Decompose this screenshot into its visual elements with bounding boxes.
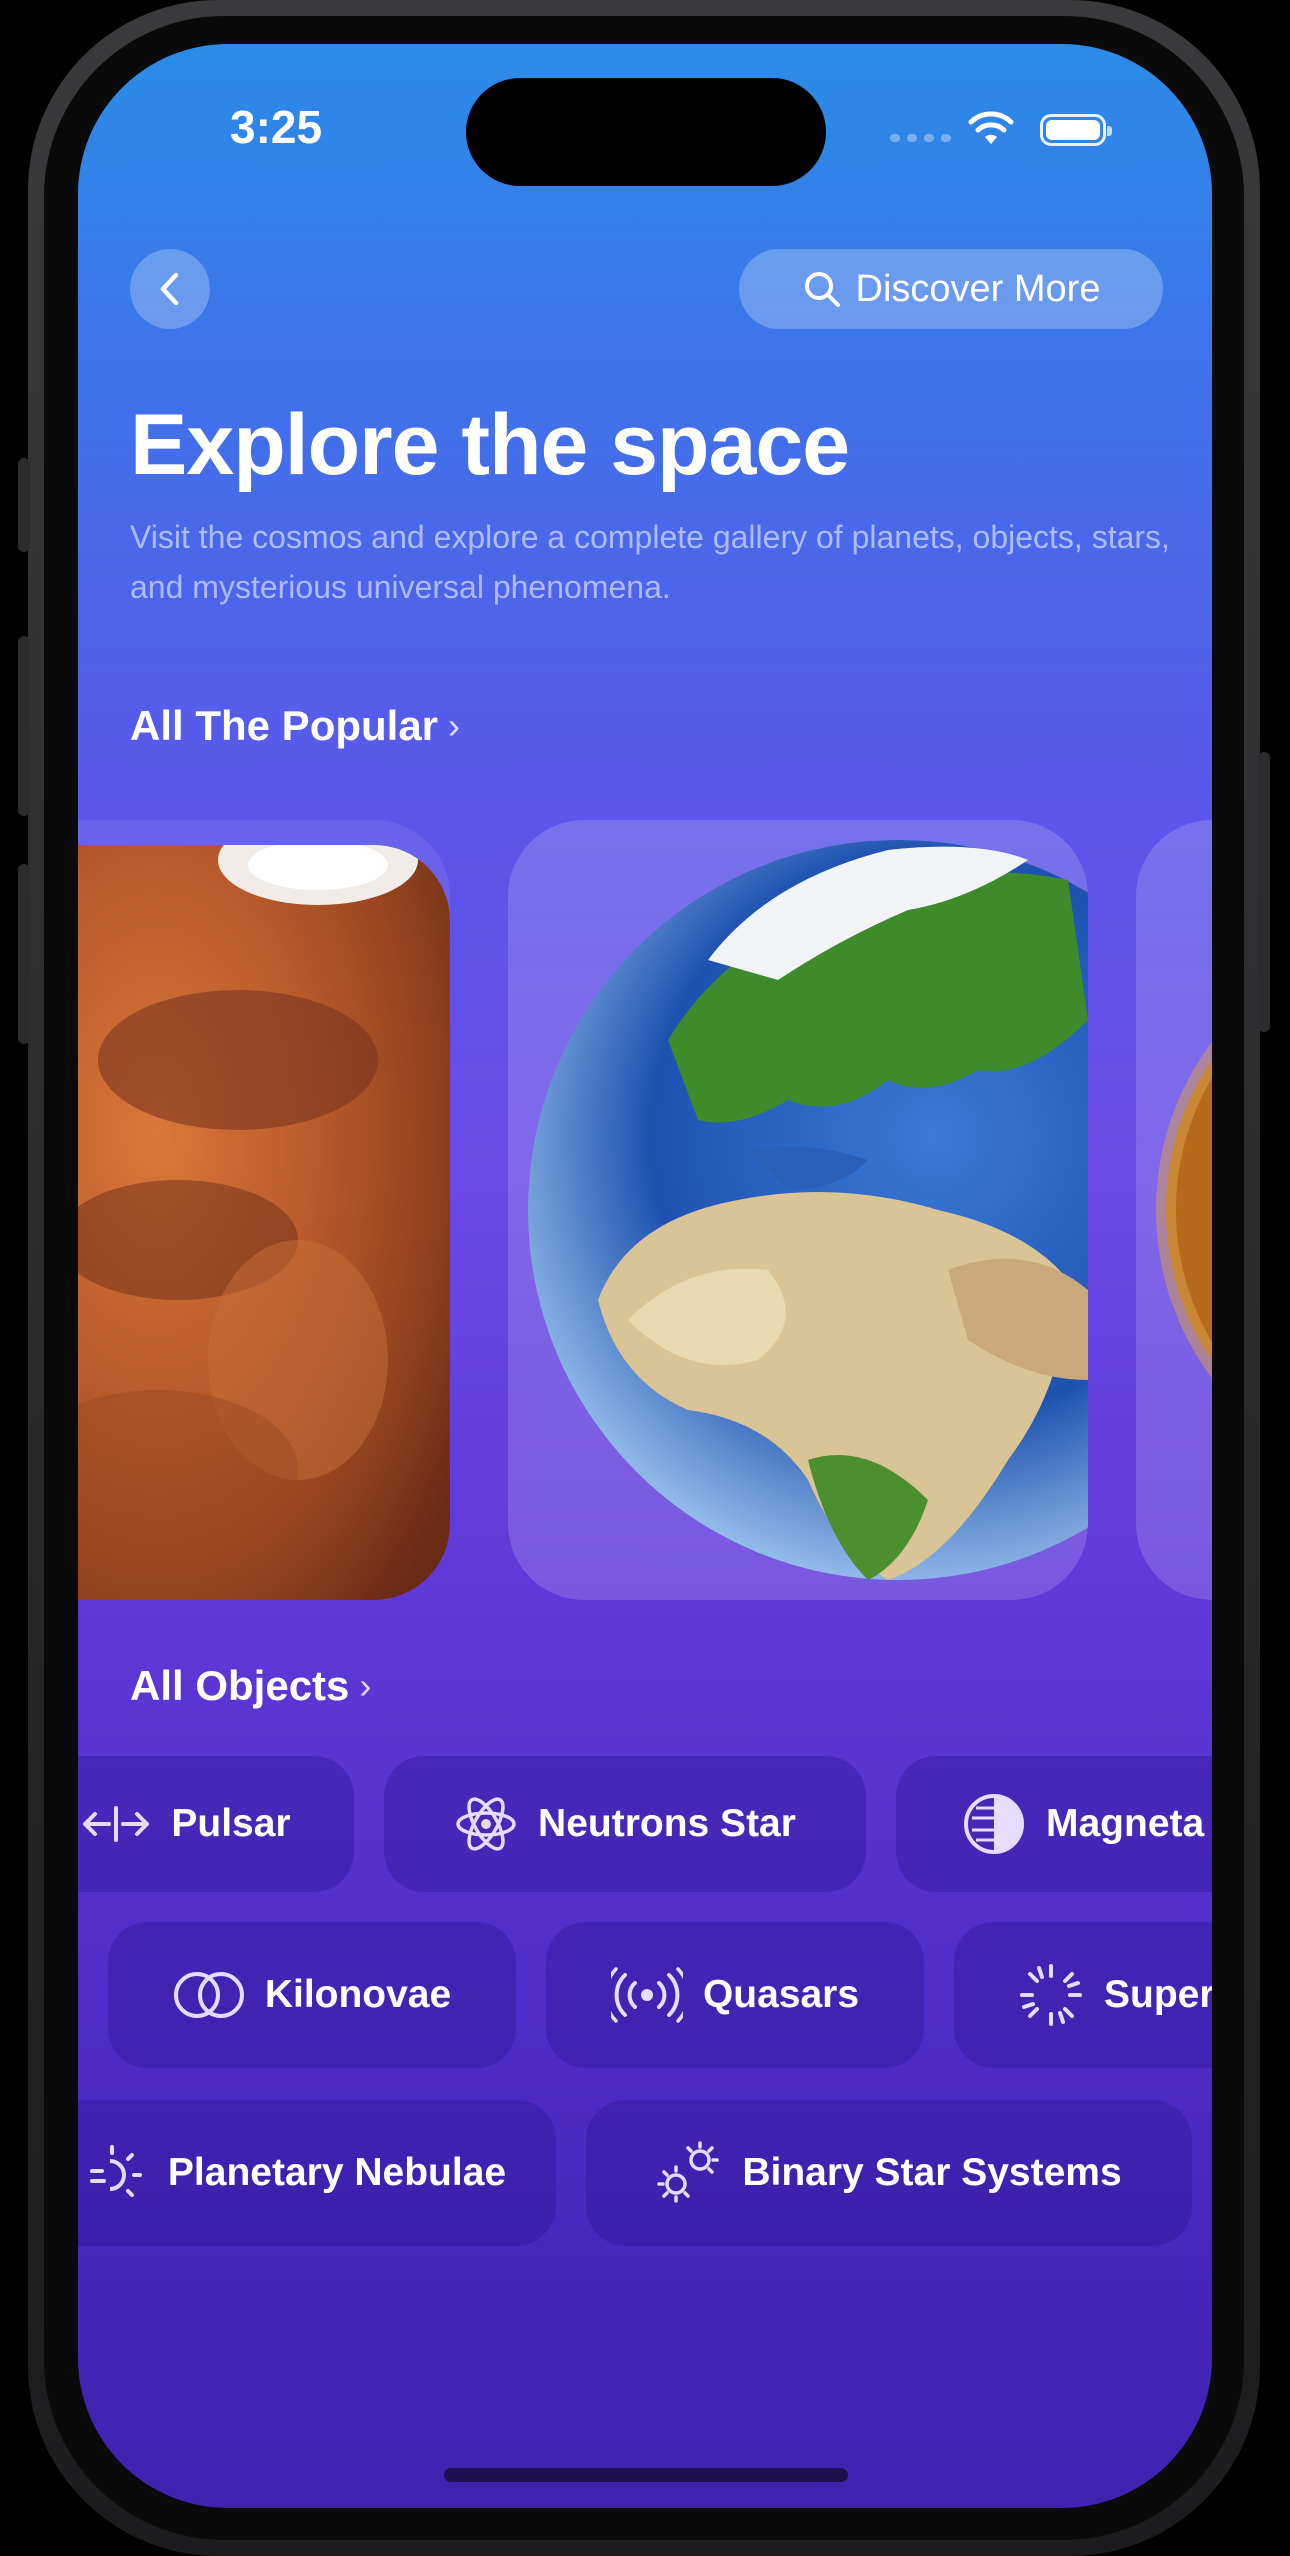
cellular-signal-icon — [890, 134, 951, 142]
atom-icon — [456, 1797, 516, 1851]
half-circle-icon — [964, 1794, 1024, 1854]
object-chip-label: Binary Star Systems — [742, 2151, 1122, 2194]
earth-image — [528, 840, 1088, 1580]
volume-up-button — [18, 636, 30, 816]
arrows-left-right-icon — [83, 1806, 150, 1842]
mars-image — [78, 845, 450, 1600]
objects-section-header[interactable]: All Objects › — [130, 1662, 371, 1710]
discover-more-button[interactable]: Discover More — [739, 249, 1163, 329]
volume-down-button — [18, 864, 30, 1044]
chevron-left-icon — [160, 272, 179, 306]
page-title: Explore the space — [130, 397, 850, 493]
page-subtitle: Visit the cosmos and explore a complete … — [130, 519, 1170, 605]
object-chip-supernova[interactable]: Super — [954, 1922, 1212, 2068]
planet-card-mars[interactable] — [78, 820, 450, 1600]
object-chip-label: Magneta — [1046, 1802, 1205, 1845]
dynamic-island — [466, 78, 826, 186]
chevron-right-icon: › — [359, 1665, 372, 1706]
overlapping-circles-icon — [173, 1972, 244, 2018]
two-suns-icon — [657, 2141, 720, 2203]
object-chip-kilonovae[interactable]: Kilonovae — [108, 1922, 516, 2068]
object-chip-neutrons-star[interactable]: Neutrons Star — [384, 1756, 866, 1892]
object-chip-planetary-nebulae[interactable]: Planetary Nebulae — [78, 2100, 556, 2246]
wifi-icon — [968, 111, 1014, 144]
objects-heading: All Objects — [130, 1662, 350, 1709]
object-chip-label: Neutrons Star — [538, 1802, 796, 1845]
object-chip-pulsar[interactable]: Pulsar — [78, 1756, 354, 1892]
object-chip-label: Pulsar — [171, 1802, 291, 1845]
object-chip-label: Quasars — [702, 1973, 860, 2016]
object-chip-label: Planetary Nebulae — [167, 2151, 507, 2194]
action-button — [18, 458, 30, 552]
object-chip-magnetar[interactable]: Magneta — [896, 1756, 1212, 1892]
popular-heading: All The Popular — [130, 702, 439, 749]
chevron-right-icon: › — [448, 705, 461, 746]
planet-card-earth[interactable] — [508, 820, 1088, 1600]
object-chip-quasars[interactable]: Quasars — [546, 1922, 924, 2068]
discover-more-label: Discover More — [855, 267, 1101, 310]
planet-card-venus[interactable] — [1136, 820, 1212, 1600]
broadcast-icon — [610, 1967, 683, 2023]
rays-circle-icon — [1020, 1964, 1082, 2026]
search-icon — [804, 272, 840, 307]
popular-section-header[interactable]: All The Popular › — [130, 702, 460, 750]
object-chip-label: Super — [1104, 1973, 1212, 2016]
home-indicator[interactable] — [444, 2468, 848, 2482]
object-chip-label: Kilonovae — [264, 1973, 452, 2016]
object-chip-binary-star-systems[interactable]: Binary Star Systems — [586, 2100, 1192, 2246]
back-button[interactable] — [130, 249, 210, 329]
power-button — [1258, 752, 1270, 1032]
screen: 3:25 Discover More Explore the space Vis… — [78, 44, 1212, 2508]
sun-haze-icon — [89, 2145, 142, 2197]
planet-image — [1156, 1042, 1212, 1378]
battery-icon — [1040, 114, 1112, 146]
status-time: 3:25 — [230, 101, 323, 153]
